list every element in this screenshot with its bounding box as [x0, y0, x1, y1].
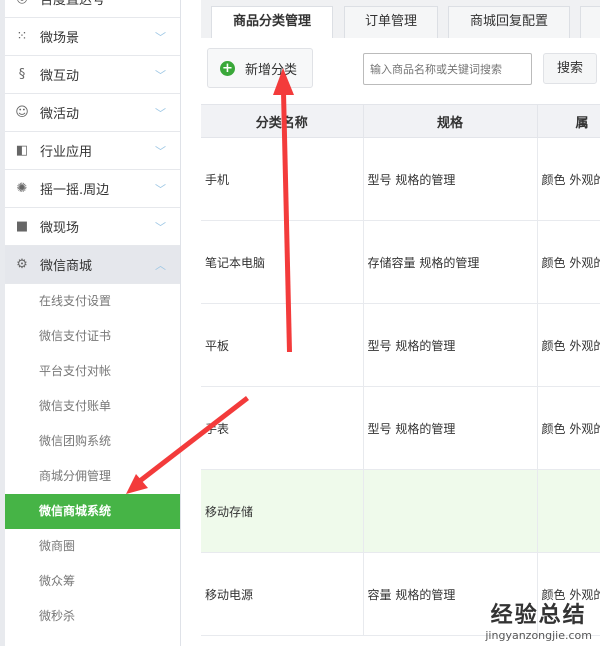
cell-name: 移动电源	[201, 552, 364, 636]
sidebar-menu-item[interactable]: ◧ 行业应用 ﹀	[5, 132, 180, 170]
cell-spec	[363, 469, 538, 553]
app-icon: ◧	[15, 143, 29, 158]
watermark-url: jingyanzongjie.com	[485, 629, 592, 642]
cell-attr: 颜色 外观的	[537, 220, 600, 304]
menu-label: 微互动	[40, 69, 80, 84]
sidebar-subitem[interactable]: 微信团购系统	[5, 424, 180, 459]
video-icon: ■	[15, 219, 29, 234]
table-row[interactable]: 平板 型号 规格的管理 颜色 外观的	[201, 303, 600, 387]
search-button[interactable]: 搜索	[543, 53, 597, 84]
cell-spec: 型号 规格的管理	[363, 303, 538, 387]
menu-label: 微活动	[40, 107, 80, 122]
tab-category[interactable]: 商品分类管理	[211, 6, 333, 38]
cell-name: 笔记本电脑	[201, 220, 364, 304]
sidebar-subitem[interactable]: 微众筹	[5, 564, 180, 599]
cell-attr: 颜色 外观的	[537, 303, 600, 387]
tab-reply-config[interactable]: 商城回复配置	[448, 6, 570, 38]
add-category-button[interactable]: + 新增分类	[207, 48, 313, 88]
plus-circle-icon: +	[220, 60, 235, 76]
menu-label: 摇一摇.周边	[40, 183, 110, 198]
sidebar-menu-item[interactable]: § 微互动 ﹀	[5, 56, 180, 94]
menu-label: 行业应用	[40, 145, 93, 160]
search-input[interactable]	[363, 53, 532, 85]
sidebar: ◎ 百度直达号 ﹀ ⁙ 微场景 ﹀ § 微互动 ﹀ ☺ 微活动 ﹀ ◧ 行业应用 ﹀ ✺ 摇一摇.周边 ﹀ ■ 微现场…	[0, 0, 181, 646]
menu-label: 微现场	[40, 221, 80, 236]
main-content: 商品分类管理 订单管理 商城回复配置 商 + 新增分类 搜索 分类名称 规格 属…	[181, 0, 600, 646]
cell-spec: 存储容量 规格的管理	[363, 220, 538, 304]
cell-spec: 型号 规格的管理	[363, 386, 538, 470]
cell-name: 手机	[201, 137, 364, 221]
sidebar-menu-item[interactable]: ■ 微现场 ﹀	[5, 208, 180, 246]
sidebar-menu-item[interactable]: ✺ 摇一摇.周边 ﹀	[5, 170, 180, 208]
at-icon: ◎	[14, 0, 30, 6]
table-row[interactable]: 笔记本电脑 存储容量 规格的管理 颜色 外观的	[201, 220, 600, 304]
cell-attr: 颜色 外观的	[537, 386, 600, 470]
watermark-title: 经验总结	[490, 603, 587, 628]
table-row[interactable]: 手机 型号 规格的管理 颜色 外观的	[201, 137, 600, 221]
sidebar-subitem[interactable]: 微信支付账单	[5, 389, 180, 424]
grid-dots-icon: ⁙	[16, 29, 28, 44]
tab-orders[interactable]: 订单管理	[344, 6, 438, 38]
sidebar-menu-item[interactable]: ⚙ 微信商城 ︿	[5, 246, 180, 284]
menu-label: 百度直达号	[40, 0, 106, 8]
sidebar-subitem[interactable]: 微信支付证书	[5, 319, 180, 354]
gear-icon: ⚙	[16, 257, 28, 272]
cell-attr: 颜色 外观的	[537, 137, 600, 221]
sidebar-subitem[interactable]: 微商圈	[5, 529, 180, 564]
menu-label: 微场景	[40, 31, 80, 46]
sidebar-subitem[interactable]: 微秒杀	[5, 599, 180, 634]
sidebar-subitem[interactable]: 商城分佣管理	[5, 459, 180, 494]
tab-more[interactable]: 商	[580, 6, 600, 38]
header-spec: 规格	[363, 104, 538, 138]
table-row[interactable]: 移动存储	[201, 469, 600, 553]
table-row[interactable]: 手表 型号 规格的管理 颜色 外观的	[201, 386, 600, 470]
shake-icon: ✺	[16, 181, 28, 196]
mask-icon: ☺	[15, 105, 29, 120]
header-attr: 属	[537, 104, 600, 138]
chevron-down-icon: ﹀	[155, 220, 166, 234]
chevron-down-icon: ﹀	[155, 68, 166, 82]
add-category-label: 新增分类	[245, 62, 298, 78]
sidebar-subitem[interactable]: 在线支付设置	[5, 284, 180, 319]
cell-name: 平板	[201, 303, 364, 387]
sidebar-subitem[interactable]: 微信商城系统	[5, 494, 180, 529]
cell-name: 手表	[201, 386, 364, 470]
menu-label: 微信商城	[40, 259, 93, 274]
chevron-down-icon: ﹀	[155, 182, 166, 196]
category-table: 分类名称 规格 属 手机 型号 规格的管理 颜色 外观的 笔记本电脑 存储容量 规格的管…	[201, 104, 600, 636]
header-name: 分类名称	[201, 104, 364, 138]
sidebar-menu-item[interactable]: ☺ 微活动 ﹀	[5, 94, 180, 132]
sidebar-menu-item[interactable]: ⁙ 微场景 ﹀	[5, 18, 180, 56]
cell-name: 移动存储	[201, 469, 364, 553]
chevron-up-icon: ︿	[155, 258, 166, 272]
sidebar-menu-item[interactable]: ◎ 百度直达号 ﹀	[5, 0, 180, 18]
swap-icon: §	[18, 67, 26, 82]
chevron-down-icon: ﹀	[155, 106, 166, 120]
chevron-down-icon: ﹀	[155, 30, 166, 44]
sidebar-subitem[interactable]: 平台支付对帐	[5, 354, 180, 389]
chevron-down-icon: ﹀	[155, 0, 166, 7]
cell-attr	[537, 469, 600, 553]
cell-spec: 型号 规格的管理	[363, 137, 538, 221]
chevron-down-icon: ﹀	[155, 144, 166, 158]
watermark: 经验总结 jingyanzongjie.com	[485, 597, 592, 642]
